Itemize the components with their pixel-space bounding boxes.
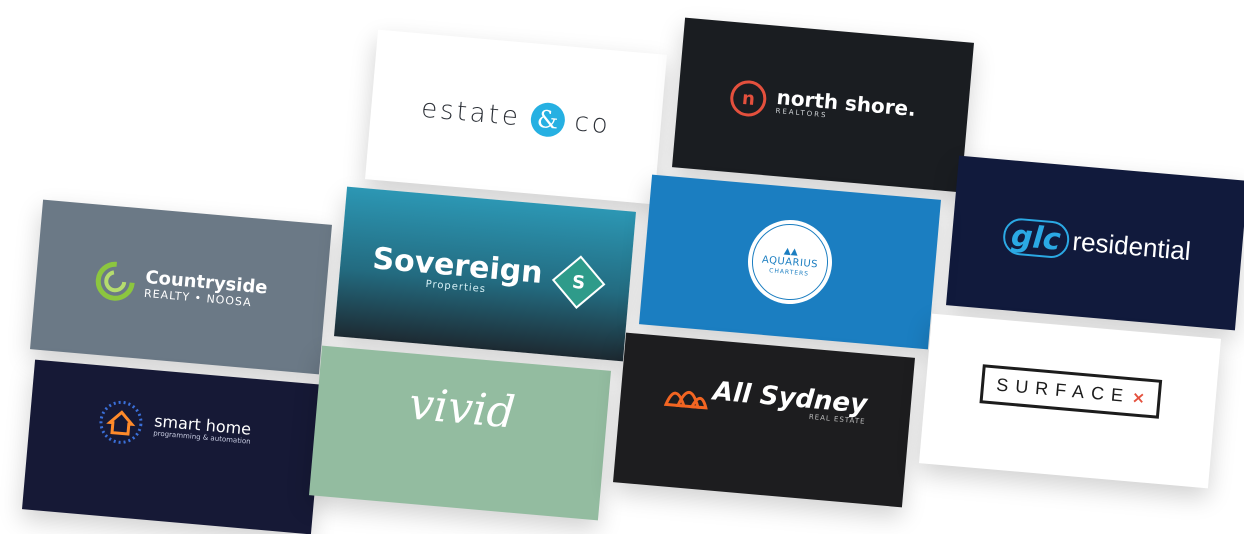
- house-icon: [99, 400, 143, 444]
- surface-word: SURFACE: [995, 374, 1131, 406]
- logo-card-countryside: Countryside REALTY • NOOSA: [30, 199, 332, 375]
- vivid-word: vivid: [407, 378, 518, 439]
- surface-logo: SURFACE ×: [979, 363, 1162, 419]
- ampersand-icon: &: [529, 101, 567, 139]
- sovereign-logo: Sovereign Properties S: [370, 241, 606, 309]
- logo-card-surface: SURFACE ×: [919, 313, 1221, 489]
- co-word: co: [573, 107, 612, 141]
- opera-house-icon: [663, 390, 708, 410]
- all-sydney-logo: All Sydney REAL ESTATE: [663, 374, 868, 426]
- logo-card-aquarius: ▲▲ AQUARIUS CHARTERS: [639, 174, 941, 350]
- aquarius-badge: ▲▲ AQUARIUS CHARTERS: [744, 216, 836, 308]
- surface-x-icon: ×: [1131, 386, 1147, 408]
- estate-word: estate: [420, 93, 523, 133]
- logo-card-smart-home: smart home programming & automation: [22, 359, 324, 534]
- logo-card-sovereign: Sovereign Properties S: [334, 186, 636, 362]
- logo-card-north-shore: n north shore. REALTORS: [672, 17, 974, 193]
- residential-word: residential: [1071, 225, 1193, 266]
- logo-card-glc-residential: glc residential: [946, 155, 1244, 331]
- logo-card-vivid: vivid: [309, 345, 611, 521]
- glc-logo: glc residential: [1001, 216, 1193, 269]
- countryside-logo: Countryside REALTY • NOOSA: [93, 260, 268, 315]
- north-shore-logo: n north shore. REALTORS: [729, 78, 917, 131]
- logo-card-estate-co: estate & co: [365, 29, 667, 205]
- diamond-icon: S: [552, 255, 606, 309]
- logo-card-all-sydney: All Sydney REAL ESTATE: [613, 332, 915, 508]
- north-shore-ring-icon: n: [729, 78, 769, 118]
- swirl-icon: [95, 261, 135, 301]
- estate-co-logo: estate & co: [420, 92, 612, 142]
- smart-home-logo: smart home programming & automation: [96, 397, 253, 456]
- glc-house-icon: glc: [1001, 216, 1071, 259]
